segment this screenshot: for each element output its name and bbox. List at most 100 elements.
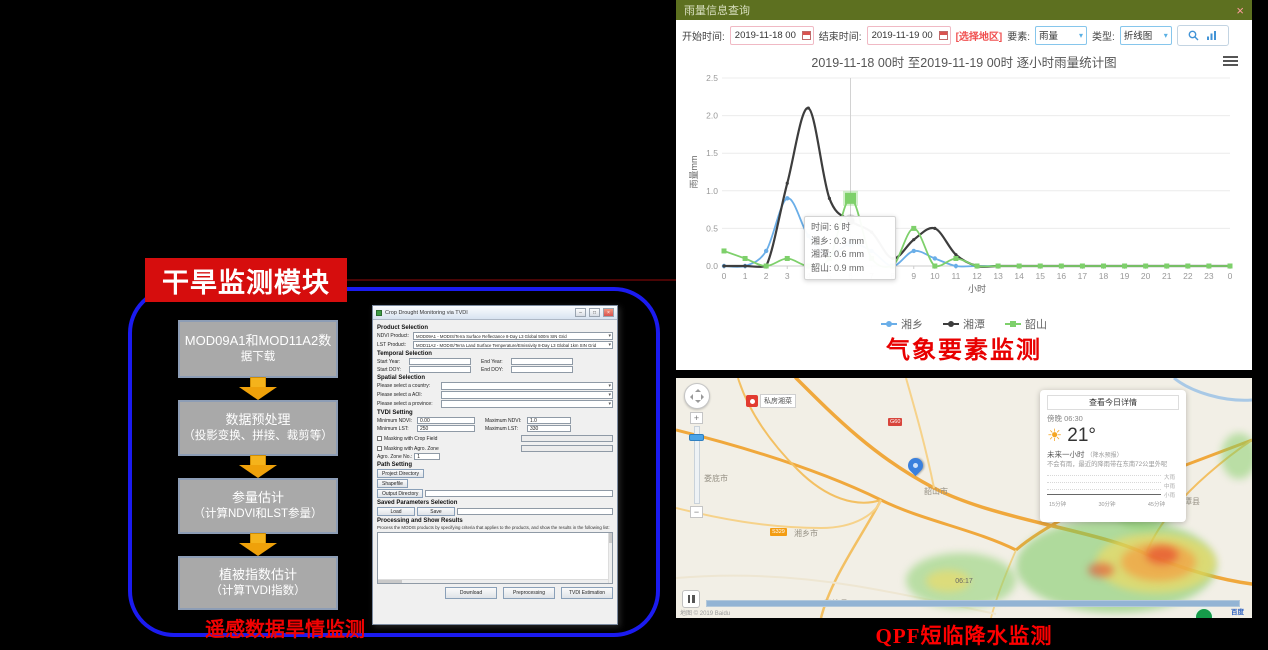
app-icon (376, 310, 382, 316)
qpf-map-panel[interactable]: 娄底市湘乡市韶山市宁乡县湘潭县双峰县 G60S329 + − 私房湘菜 查看今日… (676, 378, 1252, 618)
precip-mini-chart: 大雨中雨小雨 (1047, 473, 1179, 499)
output-directory-input[interactable] (425, 490, 613, 497)
poi-marker-icon[interactable] (746, 395, 758, 407)
zoom-in-button[interactable]: + (690, 412, 703, 424)
min-lst-input[interactable]: 250 (417, 425, 475, 432)
end-time-input[interactable]: 2019-11-19 00 (867, 26, 951, 45)
select-region-link[interactable]: [选择地区] (956, 28, 1003, 43)
svg-text:19: 19 (1120, 271, 1130, 281)
zoom-out-button[interactable]: − (690, 506, 703, 518)
end-doy-input[interactable] (511, 366, 573, 373)
processing-description: Process the MODIS products by specifying… (377, 525, 613, 531)
country-label: Please select a country: (377, 383, 439, 389)
close-button[interactable]: × (603, 308, 614, 317)
precip-level-label: 大雨 (1164, 473, 1179, 481)
weather-card: 查看今日详情 傍晚 06:30 ☀ 21° 未来一小时 （降水预报） 不会有雨，… (1040, 390, 1186, 522)
save-button[interactable]: Save (417, 507, 455, 516)
lst-product-select[interactable]: MOD11A2 - MODIS/Terra Land Surface Tempe… (413, 341, 613, 349)
svg-text:20: 20 (1141, 271, 1151, 281)
maximize-button[interactable]: □ (589, 308, 600, 317)
min-ndvi-input[interactable]: 0.00 (417, 417, 475, 424)
mask-crop-input[interactable] (521, 435, 613, 442)
calendar-icon[interactable] (939, 31, 948, 40)
svg-text:23: 23 (1204, 271, 1214, 281)
aoi-label: Please select a AOI: (377, 392, 439, 398)
mask-agro-checkbox[interactable] (377, 446, 382, 451)
map-label: 湘乡市 (794, 528, 818, 539)
road-shield: G60 (888, 418, 902, 426)
mask-crop-checkbox[interactable] (377, 436, 382, 441)
svg-text:0: 0 (722, 271, 727, 281)
download-button[interactable]: Download (445, 587, 497, 599)
pan-control[interactable] (684, 383, 710, 409)
svg-text:0: 0 (1228, 271, 1233, 281)
end-year-input[interactable] (511, 358, 573, 365)
app-titlebar[interactable]: Crop Drought Monitoring via TVDI – □ × (373, 306, 617, 320)
province-select[interactable] (441, 400, 613, 408)
results-list[interactable] (377, 532, 613, 584)
radar-echo-green (1221, 433, 1252, 479)
max-lst-label: Maximum LST: (485, 426, 525, 432)
min-lst-label: Minimum LST: (377, 426, 415, 432)
slide-canvas: 干旱监测模块 MOD09A1和MOD11A2数据下载数据预处理（投影变换、拼接、… (0, 0, 1268, 650)
type-select[interactable]: 折线图 ▾ (1120, 26, 1172, 45)
precip-level-label: 小雨 (1164, 491, 1179, 499)
weather-card-time: 傍晚 06:30 (1047, 413, 1179, 424)
project-directory-button[interactable]: Project Directory (377, 469, 424, 478)
element-select[interactable]: 雨量 ▾ (1035, 26, 1087, 45)
svg-text:0.5: 0.5 (706, 223, 718, 233)
start-year-input[interactable] (409, 358, 471, 365)
tvdi-estimation-button[interactable]: TVDI Estimation (561, 587, 613, 599)
max-lst-input[interactable]: 330 (527, 425, 571, 432)
svg-text:1.0: 1.0 (706, 186, 718, 196)
mask-agro-label: Masking with Agro. Zone (384, 446, 439, 452)
flow-step: MOD09A1和MOD11A2数据下载 (178, 320, 338, 378)
pause-button[interactable] (682, 590, 700, 608)
start-doy-input[interactable] (409, 366, 471, 373)
max-ndvi-label: Maximum NDVI: (485, 418, 525, 424)
aoi-select[interactable] (441, 391, 613, 399)
export-icon[interactable] (1206, 30, 1217, 41)
svg-text:9: 9 (911, 271, 916, 281)
map-poi[interactable]: 私房湘菜 (746, 394, 796, 408)
search-icon[interactable] (1188, 30, 1199, 41)
flow-step: 植被指数估计（计算TVDI指数） (178, 556, 338, 610)
chart-menu-icon[interactable] (1223, 54, 1238, 68)
section-saved: Saved Parameters Selection (377, 500, 613, 506)
section-temporal: Temporal Selection (377, 351, 613, 357)
output-directory-button[interactable]: Output Directory (377, 489, 423, 498)
agro-no-input[interactable]: 1 (414, 453, 440, 460)
flow-arrow-icon (238, 533, 278, 556)
start-time-input[interactable]: 2019-11-18 00 (730, 26, 814, 45)
minimize-button[interactable]: – (575, 308, 586, 317)
zoom-slider-handle[interactable] (689, 434, 704, 441)
rain-line-chart[interactable]: 0.00.51.01.52.02.5雨量mm012345678910111213… (684, 68, 1244, 304)
svg-text:14: 14 (1014, 271, 1024, 281)
rain-window-titlebar[interactable]: 雨量信息查询 × (676, 0, 1252, 20)
calendar-icon[interactable] (802, 31, 811, 40)
results-vscrollbar[interactable] (608, 533, 612, 583)
road-shield: S329 (770, 528, 787, 536)
shapefile-button[interactable]: Shapefile (377, 479, 408, 488)
preprocessing-button[interactable]: Preprocessing (503, 587, 555, 599)
rain-window-close-icon[interactable]: × (1236, 4, 1244, 17)
forecast-title: 未来一小时 (1047, 450, 1085, 459)
load-button[interactable]: Load (377, 507, 415, 516)
saved-params-input[interactable] (457, 508, 613, 515)
section-product: Product Selection (377, 325, 613, 331)
title-connector-line (347, 279, 677, 281)
forecast-subtitle: （降水预报） (1087, 453, 1123, 459)
svg-text:雨量mm: 雨量mm (689, 156, 699, 189)
radar-progress-bar[interactable] (706, 600, 1240, 607)
mask-crop-label: Masking with Crop Field (384, 436, 437, 442)
max-ndvi-input[interactable]: 1.0 (527, 417, 571, 424)
ndvi-product-select[interactable]: MOD09A1 - MODIS/Terra Surface Reflectanc… (413, 332, 613, 340)
svg-text:2: 2 (764, 271, 769, 281)
radar-echo-red (1088, 563, 1114, 577)
weather-caption: 气象要素监测 (676, 330, 1252, 365)
results-hscrollbar[interactable] (378, 579, 608, 583)
weather-card-header[interactable]: 查看今日详情 (1047, 395, 1179, 410)
country-select[interactable] (441, 382, 613, 390)
mask-agro-input[interactable] (521, 445, 613, 452)
map-label: 娄底市 (704, 473, 728, 484)
